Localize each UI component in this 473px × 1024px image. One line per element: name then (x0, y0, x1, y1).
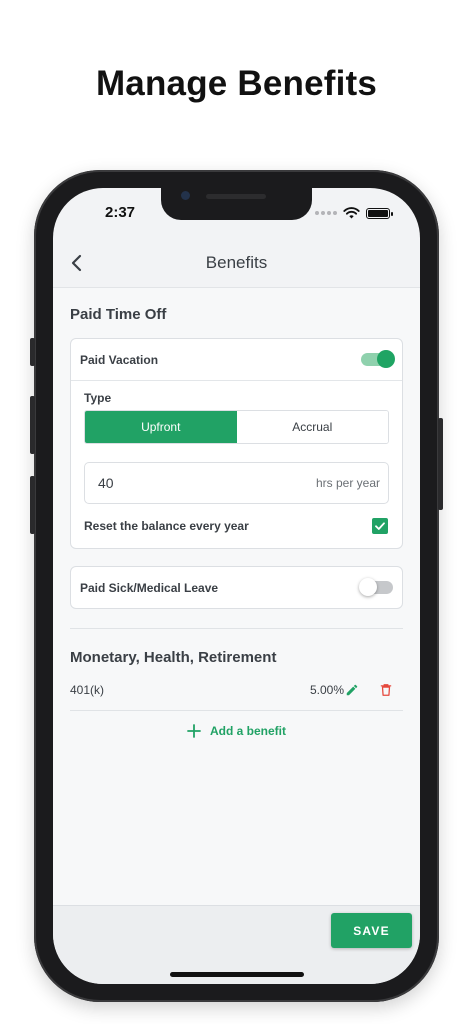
section-title-monetary: Monetary, Health, Retirement (70, 649, 277, 666)
nav-bar: Benefits (53, 238, 420, 288)
hours-input[interactable] (98, 475, 218, 491)
status-time: 2:37 (105, 204, 136, 221)
add-benefit-button[interactable]: Add a benefit (53, 724, 420, 738)
paid-vacation-label: Paid Vacation (80, 352, 159, 367)
home-indicator (170, 972, 304, 977)
benefit-actions (344, 682, 403, 698)
notch (161, 188, 312, 220)
trash-icon (380, 683, 392, 696)
reset-balance-checkbox[interactable] (372, 518, 388, 534)
mute-switch (30, 338, 35, 366)
benefit-value: 5.00% (309, 682, 344, 697)
hours-field: hrs per year (84, 462, 389, 504)
bottom-bar: SAVE (53, 905, 420, 984)
page-title: Benefits (205, 253, 268, 272)
phone-screen: 2:37 Benefits Paid Time Off Paid Vacatio… (53, 188, 420, 984)
section-title-paid-time-off: Paid Time Off (70, 306, 167, 323)
paid-sick-row: Paid Sick/Medical Leave (71, 567, 402, 608)
edit-benefit-button[interactable] (344, 682, 360, 698)
type-option-upfront[interactable]: Upfront (85, 411, 237, 443)
wifi-icon (343, 207, 360, 219)
camera (181, 191, 190, 200)
type-option-accrual[interactable]: Accrual (236, 411, 388, 443)
battery-icon (366, 207, 393, 219)
paid-vacation-toggle[interactable] (361, 350, 395, 368)
content-area: Paid Time Off Paid Vacation Type Upfront… (53, 288, 420, 905)
delete-benefit-button[interactable] (378, 682, 394, 698)
save-button[interactable]: SAVE (331, 913, 412, 948)
check-icon (375, 522, 385, 530)
reset-balance-label: Reset the balance every year (84, 519, 249, 533)
phone-frame: 2:37 Benefits Paid Time Off Paid Vacatio… (30, 170, 443, 1002)
volume-down-button (30, 476, 35, 534)
status-icons (315, 207, 393, 219)
benefit-row: 401(k) 5.00% (70, 669, 403, 711)
signal-dots-icon (315, 211, 337, 215)
paid-sick-toggle[interactable] (359, 578, 393, 596)
speaker (206, 194, 266, 199)
type-segmented-control: Upfront Accrual (84, 410, 389, 444)
paid-vacation-row: Paid Vacation (71, 339, 402, 380)
paid-sick-card: Paid Sick/Medical Leave (70, 566, 403, 609)
paid-vacation-card: Paid Vacation Type Upfront Accrual hrs p… (70, 338, 403, 549)
hours-unit: hrs per year (315, 476, 380, 490)
type-label: Type (84, 391, 112, 405)
power-button (438, 418, 443, 510)
add-benefit-label: Add a benefit (209, 724, 286, 738)
plus-icon (187, 724, 201, 738)
benefit-name: 401(k) (70, 682, 105, 697)
volume-up-button (30, 396, 35, 454)
section-divider (70, 628, 403, 629)
reset-balance-row: Reset the balance every year (84, 504, 389, 548)
paid-vacation-settings: Type Upfront Accrual hrs per year Reset … (71, 380, 402, 548)
paid-sick-label: Paid Sick/Medical Leave (80, 580, 219, 595)
pencil-icon (346, 684, 358, 695)
hero-title: Manage Benefits (95, 64, 378, 103)
